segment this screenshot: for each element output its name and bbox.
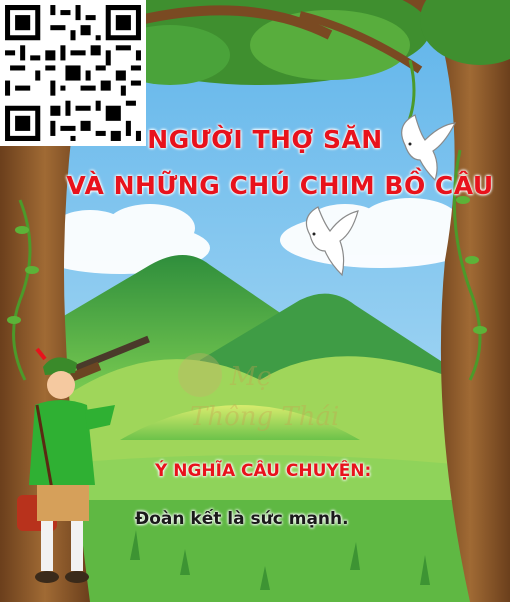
moral-text: Đoàn kết là sức mạnh. [135, 509, 349, 529]
story-poster: Mẹ Thông Thái NGƯỜI THỢ SĂN VÀ NHỮNG CHÚ… [0, 0, 510, 602]
story-title-line-1: NGƯỜI THỢ SĂN [147, 125, 383, 154]
moral-heading: Ý NGHĨA CÂU CHUYỆN: [155, 461, 372, 481]
story-title-line-2: VÀ NHỮNG CHÚ CHIM BỒ CÂU [66, 171, 494, 200]
